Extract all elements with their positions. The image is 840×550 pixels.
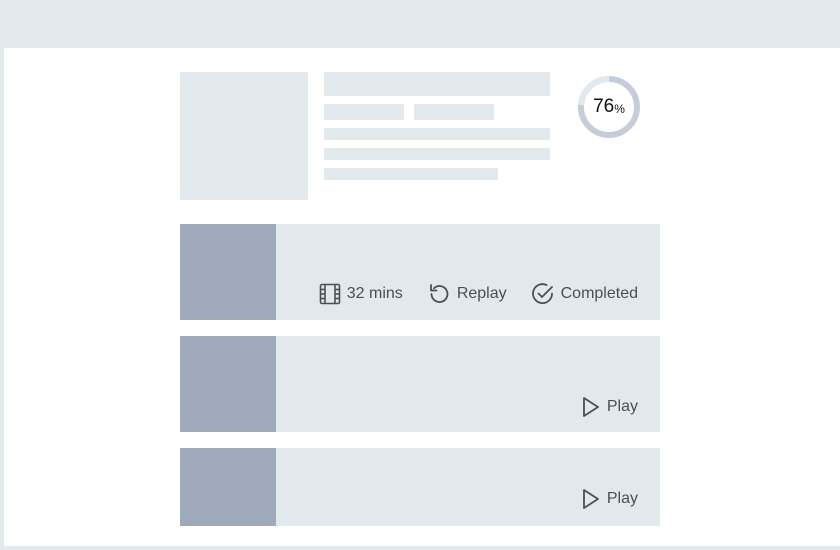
replay-button[interactable]: Replay bbox=[427, 282, 507, 306]
description-placeholder-3 bbox=[324, 168, 498, 180]
play-button[interactable]: Play bbox=[581, 396, 638, 418]
course-thumbnail-placeholder bbox=[180, 72, 308, 200]
course-card: 76% 32 mins Replay Completed Play Play bbox=[4, 48, 840, 546]
progress-unit: % bbox=[614, 102, 625, 116]
completed-label: Completed bbox=[560, 285, 638, 302]
lesson-row-3[interactable]: Play bbox=[180, 448, 660, 526]
lesson-actions: 32 mins Replay Completed bbox=[319, 282, 638, 306]
lesson-row-2[interactable]: Play bbox=[180, 336, 660, 432]
play-label: Play bbox=[606, 490, 638, 507]
lesson-row-1[interactable]: 32 mins Replay Completed bbox=[180, 224, 660, 320]
description-placeholder-1 bbox=[324, 128, 550, 140]
replay-label: Replay bbox=[456, 285, 507, 302]
meta-placeholder-2 bbox=[414, 104, 494, 120]
lesson-actions: Play bbox=[581, 396, 638, 418]
play-label: Play bbox=[606, 398, 638, 415]
title-placeholder bbox=[324, 72, 550, 96]
play-icon bbox=[581, 488, 601, 510]
progress-value: 76 bbox=[593, 96, 615, 117]
top-bar bbox=[0, 0, 840, 48]
lesson-thumbnail bbox=[180, 336, 276, 432]
check-circle-icon bbox=[531, 282, 555, 306]
lesson-thumbnail bbox=[180, 448, 276, 526]
film-icon bbox=[319, 283, 341, 305]
progress-percent: 76% bbox=[576, 74, 642, 140]
description-placeholder-2 bbox=[324, 148, 550, 160]
completed-status: Completed bbox=[531, 282, 638, 306]
duration-label: 32 mins bbox=[346, 285, 403, 302]
play-icon bbox=[581, 396, 601, 418]
play-button[interactable]: Play bbox=[581, 488, 638, 510]
lesson-actions: Play bbox=[581, 488, 638, 510]
replay-icon bbox=[427, 282, 451, 306]
duration: 32 mins bbox=[319, 283, 403, 305]
lesson-thumbnail bbox=[180, 224, 276, 320]
meta-placeholder-1 bbox=[324, 104, 404, 120]
progress-ring: 76% bbox=[576, 74, 642, 140]
